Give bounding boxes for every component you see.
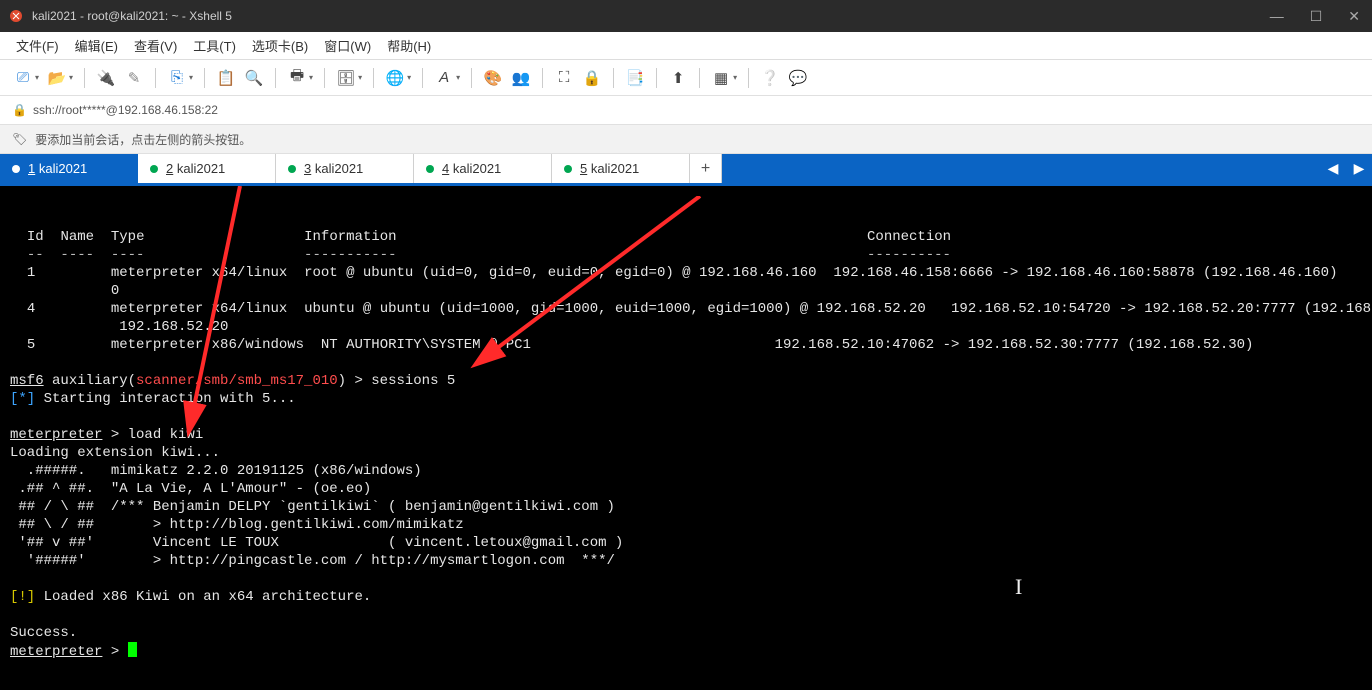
open-icon[interactable]: 📂 — [44, 65, 70, 91]
color-icon[interactable]: 🎨 — [480, 65, 506, 91]
menu-tools[interactable]: 工具(T) — [187, 34, 242, 57]
minimize-button[interactable]: — — [1266, 8, 1288, 25]
address-url[interactable]: ssh://root*****@192.168.46.158:22 — [33, 103, 218, 117]
properties-icon[interactable]: 🗄 — [333, 65, 359, 91]
info-bar: 🏷 要添加当前会话，点击左侧的箭头按钮。 — [0, 124, 1372, 154]
fullscreen-icon[interactable]: ⛶ — [551, 65, 577, 91]
tab-5[interactable]: 5 kali2021 — [552, 154, 690, 183]
tab-nav-right[interactable]: ▶ — [1346, 154, 1372, 183]
transfer-icon[interactable]: 📑 — [622, 65, 648, 91]
menu-file[interactable]: 文件(F) — [10, 34, 65, 57]
search-icon[interactable]: 🔍 — [241, 65, 267, 91]
menubar: 文件(F) 编辑(E) 查看(V) 工具(T) 选项卡(B) 窗口(W) 帮助(… — [0, 32, 1372, 60]
disconnect-icon[interactable]: ✎ — [121, 65, 147, 91]
connect-icon[interactable]: 🔌 — [93, 65, 119, 91]
app-icon — [8, 8, 24, 24]
tab-strip: 1 kali2021 2 kali2021 3 kali2021 4 kali2… — [0, 154, 1372, 186]
toolbar: ⎚▾ 📂▾ 🔌 ✎ ⎘▾ 📋 🔍 🖶▾ 🗄▾ 🌐▾ A▾ 🎨 👥 ⛶ 🔒 📑 ⬆… — [0, 60, 1372, 96]
help-icon[interactable]: ❔ — [757, 65, 783, 91]
tab-2[interactable]: 2 kali2021 — [138, 154, 276, 183]
tab-label: 2 kali2021 — [166, 161, 225, 176]
terminal[interactable]: Id Name Type Information Connection -- -… — [0, 186, 1372, 690]
tab-label: 4 kali2021 — [442, 161, 501, 176]
tab-nav-left[interactable]: ◀ — [1320, 154, 1346, 183]
text-cursor-icon: I — [1015, 578, 1022, 596]
titlebar: kali2021 - root@kali2021: ~ - Xshell 5 —… — [0, 0, 1372, 32]
close-button[interactable]: ✕ — [1344, 8, 1364, 25]
lock-small-icon: 🔒 — [12, 103, 27, 117]
paste-icon[interactable]: 📋 — [213, 65, 239, 91]
tab-1[interactable]: 1 kali2021 — [0, 154, 138, 183]
print-icon[interactable]: 🖶 — [284, 65, 310, 91]
tab-status-dot — [12, 165, 20, 173]
tab-status-dot — [288, 165, 296, 173]
address-bar: 🔒 ssh://root*****@192.168.46.158:22 — [0, 96, 1372, 124]
terminal-output: Id Name Type Information Connection -- -… — [10, 210, 1362, 661]
bookmark-icon[interactable]: 🏷 — [12, 132, 27, 146]
info-text: 要添加当前会话，点击左侧的箭头按钮。 — [35, 131, 251, 148]
globe-icon[interactable]: 🌐 — [382, 65, 408, 91]
tab-label: 3 kali2021 — [304, 161, 363, 176]
tab-3[interactable]: 3 kali2021 — [276, 154, 414, 183]
lock-icon[interactable]: 🔒 — [579, 65, 605, 91]
menu-window[interactable]: 窗口(W) — [318, 34, 377, 57]
tab-add-button[interactable]: + — [690, 154, 722, 183]
menu-view[interactable]: 查看(V) — [128, 34, 183, 57]
cursor-icon — [128, 642, 137, 657]
upload-icon[interactable]: ⬆ — [665, 65, 691, 91]
tab-label: 5 kali2021 — [580, 161, 639, 176]
tab-status-dot — [564, 165, 572, 173]
layout-icon[interactable]: ▦ — [708, 65, 734, 91]
menu-tab[interactable]: 选项卡(B) — [246, 34, 314, 57]
menu-help[interactable]: 帮助(H) — [381, 34, 437, 57]
tab-4[interactable]: 4 kali2021 — [414, 154, 552, 183]
menu-edit[interactable]: 编辑(E) — [69, 34, 124, 57]
window-controls: — ☐ ✕ — [1266, 8, 1364, 25]
tab-status-dot — [150, 165, 158, 173]
copy-icon[interactable]: ⎘ — [164, 65, 190, 91]
feedback-icon[interactable]: 💬 — [785, 65, 811, 91]
tab-label: 1 kali2021 — [28, 161, 87, 176]
window-title: kali2021 - root@kali2021: ~ - Xshell 5 — [32, 9, 1266, 23]
users-icon[interactable]: 👥 — [508, 65, 534, 91]
font-icon[interactable]: A — [431, 65, 457, 91]
maximize-button[interactable]: ☐ — [1306, 8, 1327, 25]
tab-status-dot — [426, 165, 434, 173]
new-session-icon[interactable]: ⎚ — [10, 65, 36, 91]
